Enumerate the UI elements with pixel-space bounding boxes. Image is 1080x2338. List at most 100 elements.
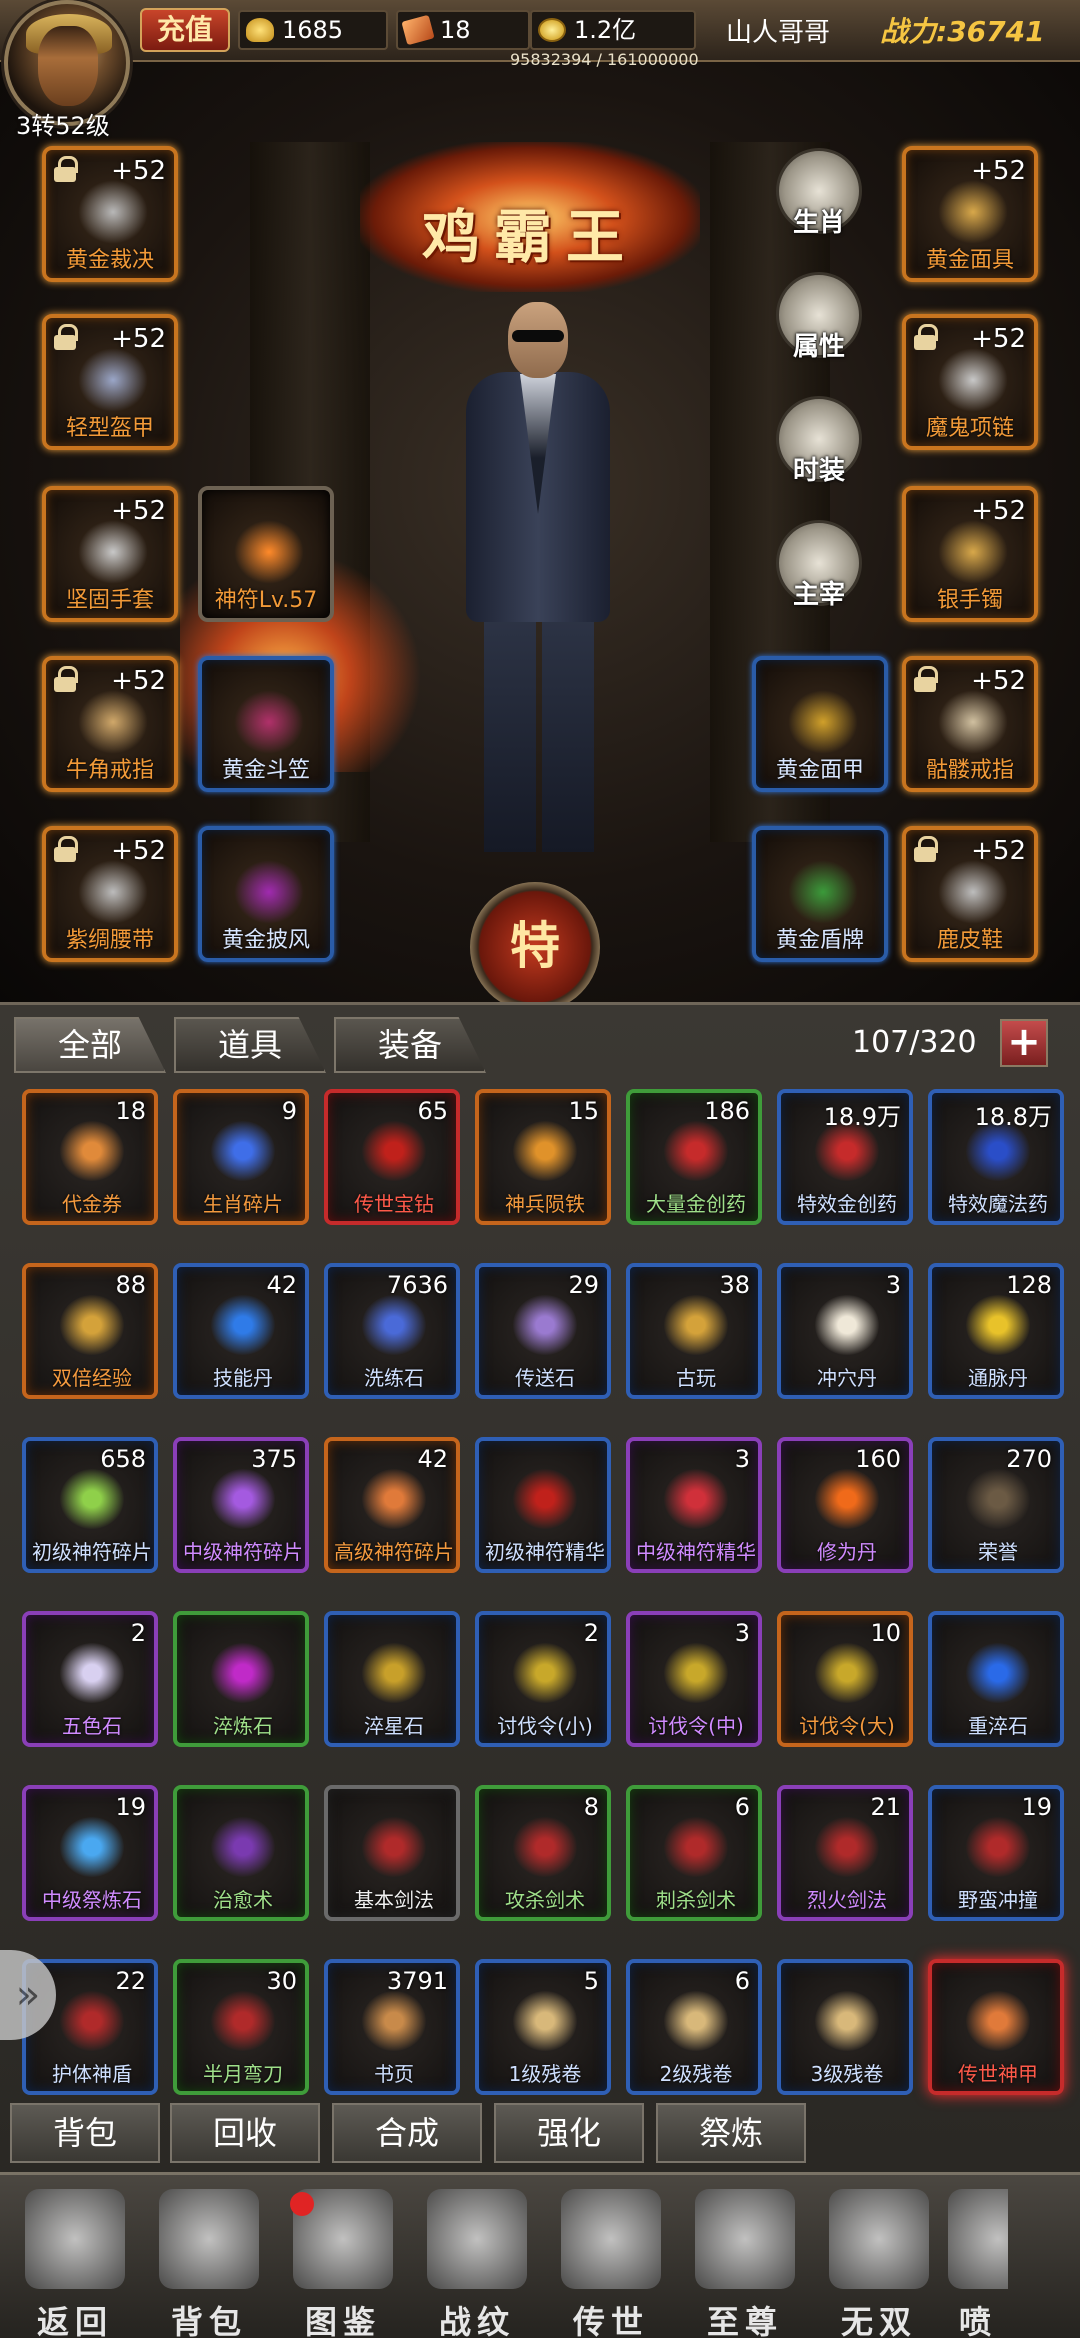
inventory-item[interactable]: 160 修为丹 bbox=[777, 1437, 913, 1573]
equipment-slot[interactable]: +52 骷髅戒指 bbox=[902, 656, 1038, 792]
equipment-slot[interactable]: 神符Lv.57 bbox=[198, 486, 334, 622]
synthesize-button[interactable]: 合成 bbox=[332, 2103, 482, 2163]
equipment-slot[interactable]: +52 鹿皮鞋 bbox=[902, 826, 1038, 962]
inventory-item[interactable]: 38 古玩 bbox=[626, 1263, 762, 1399]
tab-equipment[interactable]: 装备 bbox=[334, 1017, 486, 1073]
inventory-item[interactable]: 19 中级祭炼石 bbox=[22, 1785, 158, 1921]
equipment-slot[interactable]: +52 坚固手套 bbox=[42, 486, 178, 622]
zodiac-label: 生肖 bbox=[792, 208, 845, 238]
ingot-counter: 1685 bbox=[238, 10, 388, 50]
character-leg bbox=[484, 612, 536, 852]
inventory-item[interactable]: 3 讨伐令(中) bbox=[626, 1611, 762, 1747]
inventory-item[interactable]: 7636 洗练石 bbox=[324, 1263, 460, 1399]
equipment-slot[interactable]: +52 黄金面具 bbox=[902, 146, 1038, 282]
item-icon bbox=[966, 1295, 1030, 1355]
item-icon bbox=[664, 1643, 728, 1703]
inventory-item[interactable]: 29 传送石 bbox=[475, 1263, 611, 1399]
equipment-slot[interactable]: 黄金面甲 bbox=[752, 656, 888, 792]
inventory-item[interactable]: 270 荣誉 bbox=[928, 1437, 1064, 1573]
face-art bbox=[38, 26, 98, 106]
equipment-slot[interactable]: 黄金披风 bbox=[198, 826, 334, 962]
inventory-item[interactable]: 5 1级残卷 bbox=[475, 1959, 611, 2095]
inventory-item[interactable]: 128 通脉丹 bbox=[928, 1263, 1064, 1399]
inventory-item[interactable]: 淬炼石 bbox=[173, 1611, 309, 1747]
inventory-item[interactable]: 3级残卷 bbox=[777, 1959, 913, 2095]
item-quantity: 42 bbox=[417, 1445, 448, 1473]
special-button[interactable]: 特 bbox=[470, 882, 600, 1012]
nav-item[interactable]: 喷 bbox=[948, 2189, 1008, 2338]
inventory-item[interactable]: 15 神兵陨铁 bbox=[475, 1089, 611, 1225]
inventory-item[interactable]: 30 半月弯刀 bbox=[173, 1959, 309, 2095]
inventory-item[interactable]: 3 冲穴丹 bbox=[777, 1263, 913, 1399]
inventory-item[interactable]: 88 双倍经验 bbox=[22, 1263, 158, 1399]
item-name: 修为丹 bbox=[817, 1540, 877, 1564]
inventory-item[interactable]: 2 讨伐令(小) bbox=[475, 1611, 611, 1747]
inventory-item[interactable]: 18.8万 特效魔法药 bbox=[928, 1089, 1064, 1225]
equipment-slot[interactable]: +52 魔鬼项链 bbox=[902, 314, 1038, 450]
inventory-item[interactable]: 6 2级残卷 bbox=[626, 1959, 762, 2095]
inventory-item[interactable]: 9 生肖碎片 bbox=[173, 1089, 309, 1225]
inventory-item[interactable]: 6 刺杀剑术 bbox=[626, 1785, 762, 1921]
inventory-item[interactable]: 8 攻杀剑术 bbox=[475, 1785, 611, 1921]
equipment-slot[interactable]: +52 黄金裁决 bbox=[42, 146, 178, 282]
peerless-icon bbox=[829, 2189, 929, 2289]
bag-button[interactable]: 背包 bbox=[10, 2103, 160, 2163]
inventory-item[interactable]: 18.9万 特效金创药 bbox=[777, 1089, 913, 1225]
recharge-button[interactable]: 充值 bbox=[140, 8, 230, 52]
inventory-item[interactable]: 21 烈火剑法 bbox=[777, 1785, 913, 1921]
inventory-item[interactable]: 375 中级神符碎片 bbox=[173, 1437, 309, 1573]
ingot-icon bbox=[246, 18, 274, 42]
inventory-item[interactable]: 10 讨伐令(大) bbox=[777, 1611, 913, 1747]
tab-all[interactable]: 全部 bbox=[14, 1017, 166, 1073]
item-name: 传世宝钻 bbox=[354, 1192, 434, 1216]
nav-item[interactable]: 无双 bbox=[814, 2189, 944, 2338]
inventory-item[interactable]: 治愈术 bbox=[173, 1785, 309, 1921]
inventory-item[interactable]: 基本剑法 bbox=[324, 1785, 460, 1921]
nav-label: 战纹 bbox=[438, 2303, 515, 2338]
attributes-button[interactable]: 属性 bbox=[776, 272, 862, 384]
enhance-button[interactable]: 强化 bbox=[494, 2103, 644, 2163]
item-icon bbox=[815, 1991, 879, 2051]
inventory-item[interactable]: 初级神符精华 bbox=[475, 1437, 611, 1573]
zodiac-button[interactable]: 生肖 bbox=[776, 148, 862, 260]
nav-item[interactable]: 战纹 bbox=[412, 2189, 542, 2338]
nav-item[interactable]: 背包 bbox=[144, 2189, 274, 2338]
item-quantity: 10 bbox=[870, 1619, 901, 1647]
equipment-slot[interactable]: 黄金盾牌 bbox=[752, 826, 888, 962]
master-button[interactable]: 主宰 bbox=[776, 520, 862, 632]
inventory-item[interactable]: 3 中级神符精华 bbox=[626, 1437, 762, 1573]
inventory-item[interactable]: 2 五色石 bbox=[22, 1611, 158, 1747]
item-name: 3级残卷 bbox=[810, 2062, 884, 2086]
equipment-slot[interactable]: +52 轻型盔甲 bbox=[42, 314, 178, 450]
inventory-item[interactable]: 3791 书页 bbox=[324, 1959, 460, 2095]
refine-button[interactable]: 祭炼 bbox=[656, 2103, 806, 2163]
inventory-item[interactable]: 18 代金券 bbox=[22, 1089, 158, 1225]
tab-items[interactable]: 道具 bbox=[174, 1017, 326, 1073]
inventory-item[interactable]: 42 技能丹 bbox=[173, 1263, 309, 1399]
fashion-button[interactable]: 时装 bbox=[776, 396, 862, 508]
nav-item[interactable]: 返回 bbox=[10, 2189, 140, 2338]
item-icon bbox=[211, 1121, 275, 1181]
equipment-slot[interactable]: +52 银手镯 bbox=[902, 486, 1038, 622]
equipment-slot[interactable]: 黄金斗笠 bbox=[198, 656, 334, 792]
inventory-item[interactable]: 42 高级神符碎片 bbox=[324, 1437, 460, 1573]
inventory-item[interactable]: 19 野蛮冲撞 bbox=[928, 1785, 1064, 1921]
item-quantity: 3 bbox=[734, 1619, 750, 1647]
inventory-item[interactable]: 65 传世宝钻 bbox=[324, 1089, 460, 1225]
equipment-slot[interactable]: +52 紫绸腰带 bbox=[42, 826, 178, 962]
nav-item[interactable]: 传世 bbox=[546, 2189, 676, 2338]
bag-icon bbox=[159, 2189, 259, 2289]
inventory-item[interactable]: 658 初级神符碎片 bbox=[22, 1437, 158, 1573]
expand-bag-button[interactable]: + bbox=[1000, 1019, 1048, 1067]
inventory-item[interactable]: 传世神甲 bbox=[928, 1959, 1064, 2095]
item-icon bbox=[362, 1121, 426, 1181]
equipment-icon bbox=[78, 860, 148, 924]
recycle-button[interactable]: 回收 bbox=[170, 2103, 320, 2163]
inventory-item[interactable]: 186 大量金创药 bbox=[626, 1089, 762, 1225]
equipment-icon bbox=[938, 348, 1008, 412]
item-name: 高级神符碎片 bbox=[334, 1540, 454, 1564]
inventory-item[interactable]: 淬星石 bbox=[324, 1611, 460, 1747]
inventory-item[interactable]: 重淬石 bbox=[928, 1611, 1064, 1747]
nav-item[interactable]: 至尊 bbox=[680, 2189, 810, 2338]
equipment-slot[interactable]: +52 牛角戒指 bbox=[42, 656, 178, 792]
